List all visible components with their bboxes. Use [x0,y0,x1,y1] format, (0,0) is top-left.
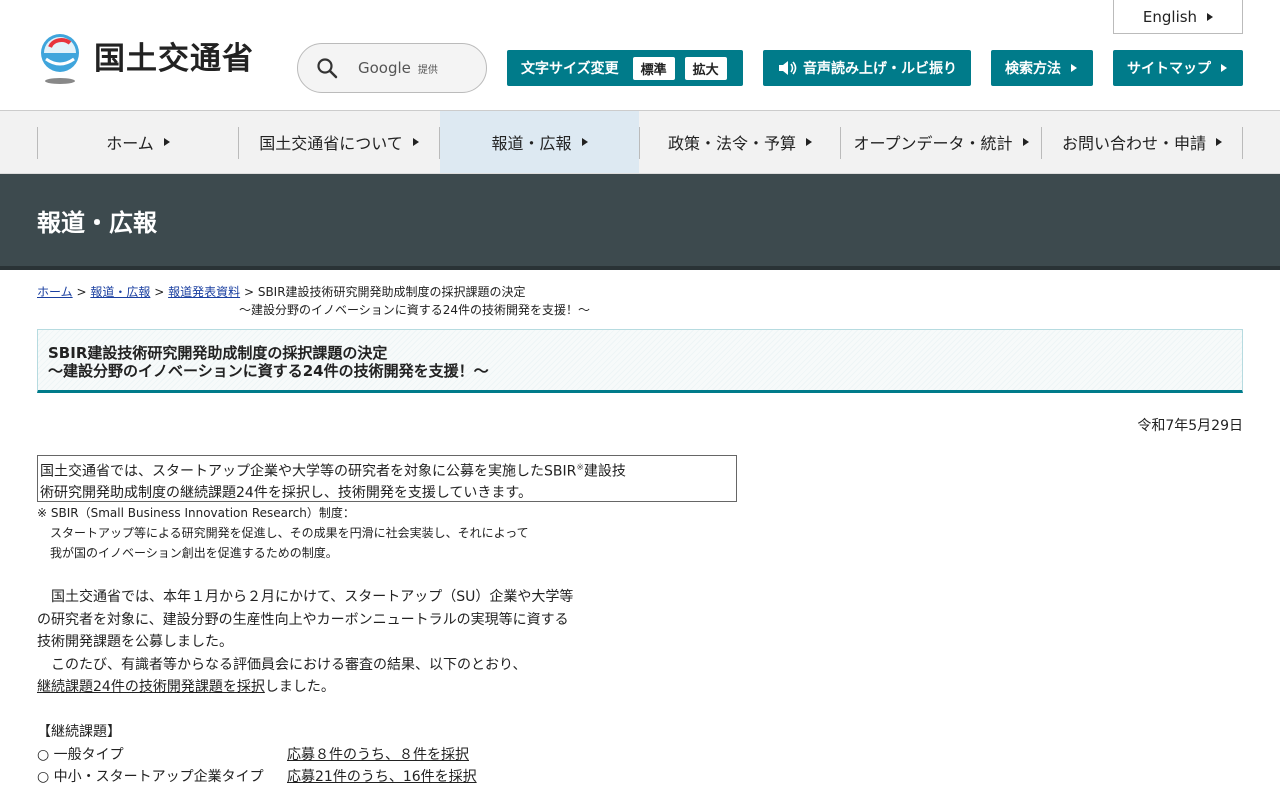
para-line2: の研究者を対象に、建設分野の生産性向上やカーボンニュートラルの実現等に資する [37,611,569,628]
summary-box: 国土交通省では、スタートアップ企業や大学等の研究者を対象に公募を実施したSBIR… [37,455,737,502]
breadcrumb-sep: > [243,285,254,299]
sitemap-label: サイトマップ [1127,61,1211,77]
font-size-label: 文字サイズ変更 [521,61,619,77]
sitemap-button[interactable]: サイトマップ [1113,50,1243,86]
summary-text-a: 国土交通省では、スタートアップ企業や大学等の研究者を対象に公募を実施したSBIR [40,463,577,480]
article-title-line1: SBIR建設技術研究開発助成制度の採択課題の決定 [48,344,388,362]
breadcrumb-current: SBIR建設技術研究開発助成制度の採択課題の決定 [257,285,526,299]
font-size-standard-button[interactable]: 標準 [632,56,675,80]
note-line3: 我が国のイノベーション創出を促進するための制度。 [50,546,338,560]
arrow-right-icon [1216,138,1222,146]
google-provided-label: 提供 [417,64,438,76]
article-title-line2: ～建設分野のイノベーションに資する24件の技術開発を支援！～ [48,362,489,380]
google-search-box[interactable]: Google 提供 [297,43,487,93]
voice-label: 音声読み上げ・ルビ振り [803,61,957,77]
arrow-right-icon [1221,64,1227,72]
english-link[interactable]: English [1113,0,1243,34]
para-line4: このたび、有識者等からなる評価員会における審査の結果、以下のとおり、 [37,656,527,673]
breadcrumb-sep: > [154,285,165,299]
breadcrumb: ホーム > 報道・広報 > 報道発表資料 > SBIR建設技術研究開発助成制度の… [37,283,590,319]
breadcrumb-sep: > [76,285,87,299]
note-line2: スタートアップ等による研究開発を促進し、その成果を円滑に社会実装し、それによって [50,526,529,540]
nav-item-press[interactable]: 報道・広報 [440,111,639,173]
logo-text: 国土交通省 [94,40,254,77]
english-label: English [1142,7,1198,26]
list-item-label: ○ 一般タイプ [37,747,124,763]
note-line1: ※ SBIR（Small Business Innovation Researc… [37,506,355,520]
list-item-label: ○ 中小・スタートアップ企業タイプ [37,769,264,785]
para-line5-rest: しました。 [264,679,335,695]
category-band: 報道・広報 [0,174,1280,270]
sbir-note: ※ SBIR（Small Business Innovation Researc… [37,503,529,563]
nav-divider [1242,127,1243,159]
nav-item-policy[interactable]: 政策・法令・予算 [640,111,840,173]
arrow-right-icon [1071,64,1077,72]
arrow-right-icon [806,138,812,146]
global-nav: ホーム 国土交通省について 報道・広報 政策・法令・予算 オープンデータ・統計 … [0,111,1280,174]
summary-text-b: 建設技 [583,463,626,480]
nav-item-contact[interactable]: お問い合わせ・申請 [1042,111,1242,173]
nav-label: 国土交通省について [259,134,403,153]
nav-label: 報道・広報 [491,134,572,153]
nav-label: ホーム [106,134,154,153]
site-header: 国土交通省 English Google 提供 文字サイズ変更 標準 拡大 音声… [0,0,1280,111]
arrow-right-icon [581,138,588,146]
para-line1: 国土交通省では、本年１月から２月にかけて、スタートアップ（SU）企業や大学等 [37,589,574,605]
publish-date: 令和7年5月29日 [1137,418,1243,434]
nav-item-about[interactable]: 国土交通省について [239,111,439,173]
nav-label: お問い合わせ・申請 [1061,134,1206,153]
section-title: 【継続課題】 [37,724,121,740]
list-item-value-link[interactable]: 応募21件のうち、16件を採択 [287,766,477,786]
category-title: 報道・広報 [37,208,157,237]
body-paragraph: 国土交通省では、本年１月から２月にかけて、スタートアップ（SU）企業や大学等 の… [37,586,573,699]
nav-item-opendata[interactable]: オープンデータ・統計 [841,111,1041,173]
font-size-large-button[interactable]: 拡大 [684,56,727,80]
arrow-right-icon [1022,138,1029,146]
article-title: SBIR建設技術研究開発助成制度の採択課題の決定 ～建設分野のイノベーションに資… [48,344,1232,380]
breadcrumb-press-releases[interactable]: 報道発表資料 [168,285,240,299]
para-line5-underlined: 継続課題24件の技術開発課題を採択 [37,679,265,695]
summary-text-line2: 術研究開発助成制度の継続課題24件を採択し、技術開発を支援していきます。 [40,484,532,501]
search-method-label: 検索方法 [1005,61,1061,77]
search-method-button[interactable]: 検索方法 [991,50,1093,86]
site-logo[interactable]: 国土交通省 [36,33,254,85]
nav-label: 政策・法令・予算 [667,134,796,153]
list-item: ○ 中小・スタートアップ企業タイプ 応募21件のうち、16件を採択 [37,766,477,786]
footnote-mark: ※ [576,463,584,473]
para-line5: 継続課題24件の技術開発課題を採択しました。 [37,676,573,699]
breadcrumb-current-subtitle: ～建設分野のイノベーションに資する24件の技術開発を支援！～ [239,303,591,317]
para-line3: 技術開発課題を公募しました。 [37,634,233,650]
search-icon [317,58,338,79]
voice-reading-button[interactable]: 音声読み上げ・ルビ振り [763,50,971,86]
nav-label: オープンデータ・統計 [853,134,1013,153]
arrow-right-icon [163,138,170,146]
arrow-right-icon [412,138,419,146]
nav-item-home[interactable]: ホーム [38,111,238,173]
google-label: Google [358,59,411,77]
list-item-value-link[interactable]: 応募８件のうち、８件を採択 [287,744,469,764]
arrow-right-icon [1207,12,1214,21]
list-item: ○ 一般タイプ 応募８件のうち、８件を採択 [37,744,469,764]
speaker-icon [779,61,797,75]
breadcrumb-home[interactable]: ホーム [37,285,73,299]
mlit-logo-icon [41,34,79,84]
breadcrumb-press[interactable]: 報道・広報 [90,285,150,299]
font-size-control: 文字サイズ変更 標準 拡大 [507,50,743,86]
article-title-box: SBIR建設技術研究開発助成制度の採択課題の決定 ～建設分野のイノベーションに資… [37,329,1243,393]
